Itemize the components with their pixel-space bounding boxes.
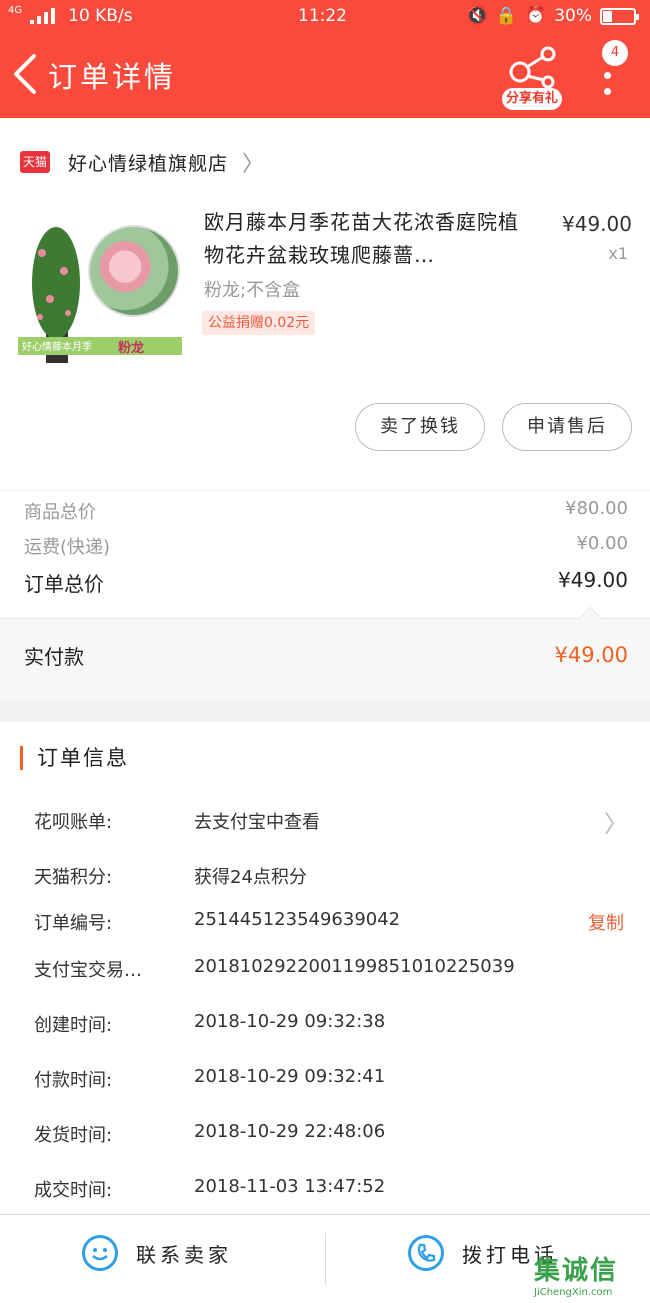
info-value: 251445123549639042 <box>194 909 401 930</box>
battery-fill <box>603 10 612 22</box>
watermark-url: JiChengXin.com <box>534 1287 613 1298</box>
product-quantity: x1 <box>608 244 628 263</box>
goods-total-value: ¥80.00 <box>565 498 628 519</box>
info-value: 获得24点积分 <box>194 867 307 888</box>
contact-seller-button[interactable]: 联系卖家 <box>82 1235 232 1271</box>
image-caption-left: 好心情藤本月季 <box>22 342 92 353</box>
tmall-badge: 天猫 <box>20 151 50 173</box>
goods-total-label: 商品总价 <box>24 502 96 523</box>
mute-icon: 🔇 <box>466 6 488 26</box>
share-label: 分享有礼 <box>502 88 562 110</box>
info-key: 发货时间: <box>34 1125 113 1146</box>
divider <box>0 490 650 491</box>
status-bar: 4G 10 KB/s 11:22 🔇 🔒 ⏰ 30% <box>0 0 650 32</box>
product-title[interactable]: 欧月藤本月季花苗大花浓香庭院植物花卉盆栽玫瑰爬藤蔷… <box>204 206 534 272</box>
copy-button[interactable]: 复制 <box>588 909 624 935</box>
chevron-right-icon: 〉 <box>242 152 265 177</box>
product-price: ¥49.00 <box>562 212 632 236</box>
info-value: 2018-10-29 22:48:06 <box>194 1121 386 1142</box>
info-key: 成交时间: <box>34 1180 113 1201</box>
info-key: 支付宝交易… <box>34 960 142 981</box>
signal-icon <box>30 8 60 24</box>
product-image[interactable]: 好心情藤本月季 粉龙 <box>18 213 182 363</box>
divider <box>325 1233 326 1285</box>
battery-icon <box>600 7 639 25</box>
order-card: 天猫 好心情绿植旗舰店 〉 好心情藤本月季 粉龙 欧月藤本月季花苗大花浓香庭院植… <box>0 118 650 700</box>
back-icon[interactable] <box>10 52 44 98</box>
notch <box>578 606 602 630</box>
chat-icon <box>82 1235 118 1271</box>
order-info-card: 订单信息 花呗账单: 去支付宝中查看 〉 天猫积分: 获得24点积分 订单编号:… <box>0 722 650 1214</box>
goods-total-row: 商品总价 ¥80.00 <box>24 498 628 524</box>
more-dot-icon <box>604 88 611 95</box>
info-key: 订单编号: <box>34 913 113 934</box>
phone-icon <box>408 1235 444 1271</box>
info-key: 创建时间: <box>34 1015 113 1036</box>
contact-seller-label: 联系卖家 <box>136 1242 232 1267</box>
paid-label: 实付款 <box>24 645 84 669</box>
store-link[interactable]: 天猫 好心情绿植旗舰店 〉 <box>20 146 264 178</box>
network-label: 4G <box>8 4 23 16</box>
order-info-title: 订单信息 <box>20 746 129 770</box>
store-name: 好心情绿植旗舰店 <box>68 152 229 175</box>
info-value: 2018-10-29 09:32:41 <box>194 1066 386 1087</box>
info-key: 天猫积分: <box>34 867 113 888</box>
product-spec: 粉龙;不含盒 <box>204 280 301 301</box>
page-title: 订单详情 <box>48 60 177 94</box>
battery-percent: 30% <box>554 6 592 26</box>
watermark: 集诚信 JiChengXin.com <box>534 1250 646 1300</box>
charity-tag: 公益捐赠0.02元 <box>202 311 316 335</box>
alarm-icon: ⏰ <box>525 6 547 26</box>
shipping-label: 运费(快递) <box>24 537 111 558</box>
clock: 11:22 <box>298 6 347 26</box>
order-total-value: ¥49.00 <box>558 568 628 592</box>
rose-closeup-image <box>88 225 180 317</box>
image-caption-right: 粉龙 <box>118 341 145 356</box>
watermark-logo: 集诚信 <box>534 1256 619 1286</box>
info-value: 2018-11-03 13:47:52 <box>194 1176 386 1197</box>
info-value: 2018102922001199851010225039 <box>194 956 515 977</box>
sell-button[interactable]: 卖了换钱 <box>355 403 485 451</box>
chevron-right-icon: 〉 <box>604 810 628 838</box>
info-key: 花呗账单: <box>34 812 113 833</box>
info-key: 付款时间: <box>34 1070 113 1091</box>
order-total-row: 订单总价 ¥49.00 <box>24 568 628 597</box>
paid-value: ¥49.00 <box>554 643 628 667</box>
notification-badge: 4 <box>602 40 628 66</box>
info-value: 2018-10-29 09:32:38 <box>194 1011 386 1032</box>
more-menu-button[interactable]: 4 <box>596 40 628 100</box>
order-total-label: 订单总价 <box>24 572 104 596</box>
share-button[interactable]: 分享有礼 <box>500 44 566 110</box>
paid-amount-box: 实付款 ¥49.00 <box>0 606 650 700</box>
share-icon <box>509 46 556 88</box>
shipping-value: ¥0.00 <box>576 533 628 554</box>
lock-rotation-icon: 🔒 <box>495 6 518 26</box>
info-value: 去支付宝中查看 <box>194 812 320 833</box>
header: 订单详情 分享有礼 4 <box>0 32 650 118</box>
after-sale-button[interactable]: 申请售后 <box>502 403 632 451</box>
image-caption-strip: 好心情藤本月季 粉龙 <box>18 337 182 356</box>
shipping-row: 运费(快递) ¥0.00 <box>24 533 628 559</box>
network-speed: 10 KB/s <box>68 6 133 26</box>
more-dot-icon <box>604 72 611 79</box>
